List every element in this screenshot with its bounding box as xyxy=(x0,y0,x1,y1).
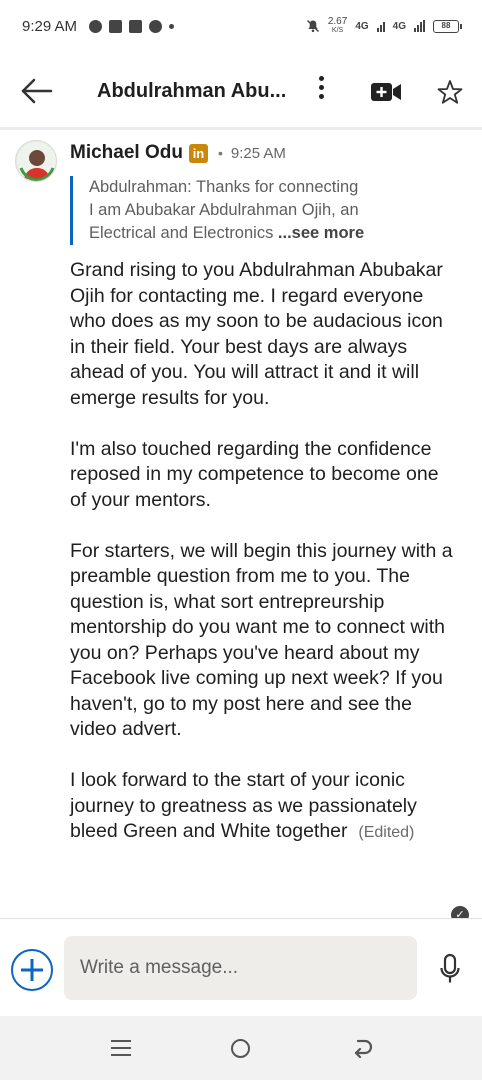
back-arrow-icon[interactable] xyxy=(20,76,54,106)
linkedin-notification-icon xyxy=(129,19,143,33)
quote-line: Abdulrahman: Thanks for connecting xyxy=(89,178,359,196)
plus-icon[interactable] xyxy=(11,949,53,991)
facebook-notification-icon xyxy=(109,19,123,33)
mute-icon xyxy=(306,20,319,33)
signal-icon-2 xyxy=(414,20,425,32)
net-speed-value: 2.67 xyxy=(327,16,348,27)
network-type-2: 4G xyxy=(392,20,406,32)
recents-icon[interactable] xyxy=(111,1040,131,1056)
tiktok-notification-icon xyxy=(149,19,163,33)
linkedin-premium-badge-icon: in xyxy=(188,143,208,163)
more-notifications-icon xyxy=(169,23,175,29)
compose-bar xyxy=(0,918,482,1016)
more-vertical-icon[interactable] xyxy=(312,72,330,108)
message-time: 9:25 AM xyxy=(230,144,286,162)
notification-icons xyxy=(89,19,175,33)
see-more-link[interactable]: ...see more xyxy=(278,224,364,242)
message-paragraph: Grand rising to you Abdulrahman Abubakar… xyxy=(70,259,443,409)
read-receipt-icon: ✓ xyxy=(451,906,469,918)
net-speed: 2.67 K/S xyxy=(328,17,347,35)
message-input[interactable] xyxy=(64,936,417,1000)
message-paragraph: For starters, we will begin this journey… xyxy=(70,539,453,741)
home-icon[interactable] xyxy=(231,1039,250,1058)
quote-line: Electrical and Electronics xyxy=(89,224,274,242)
avatar[interactable] xyxy=(15,140,57,182)
battery-icon: 88 xyxy=(433,19,462,33)
message-header: Michael Odu in • 9:25 AM xyxy=(70,142,286,164)
quote-line: I am Abubakar Abdulrahman Ojih, an xyxy=(89,201,359,219)
message-thread[interactable]: Michael Odu in • 9:25 AM Abdulrahman: Th… xyxy=(0,130,482,918)
edited-label: (Edited) xyxy=(358,824,415,841)
status-bar: 9:29 AM 2.67 K/S 4G 4G 88 xyxy=(0,0,482,52)
star-icon[interactable] xyxy=(436,78,464,106)
microphone-icon[interactable] xyxy=(439,953,461,985)
status-time: 9:29 AM xyxy=(22,17,78,35)
conversation-title[interactable]: Abdulrahman Abu... xyxy=(97,80,286,103)
chat-notification-icon xyxy=(89,19,103,33)
message-body: Grand rising to you Abdulrahman Abubakar… xyxy=(70,258,455,871)
system-nav-bar xyxy=(0,1016,482,1080)
sender-name[interactable]: Michael Odu xyxy=(70,142,183,164)
system-back-icon[interactable] xyxy=(352,1038,374,1058)
separator: • xyxy=(217,145,223,161)
signal-icon xyxy=(376,20,385,32)
message-paragraph: I'm also touched regarding the confidenc… xyxy=(70,437,439,511)
conversation-header: Abdulrahman Abu... xyxy=(0,52,482,130)
status-right: 2.67 K/S 4G 4G 88 xyxy=(306,17,462,35)
quoted-message[interactable]: Abdulrahman: Thanks for connecting I am … xyxy=(70,176,410,245)
video-call-icon[interactable] xyxy=(370,82,402,102)
network-type-1: 4G xyxy=(355,20,369,32)
net-speed-unit: K/S xyxy=(331,27,344,34)
battery-level: 88 xyxy=(433,19,459,33)
